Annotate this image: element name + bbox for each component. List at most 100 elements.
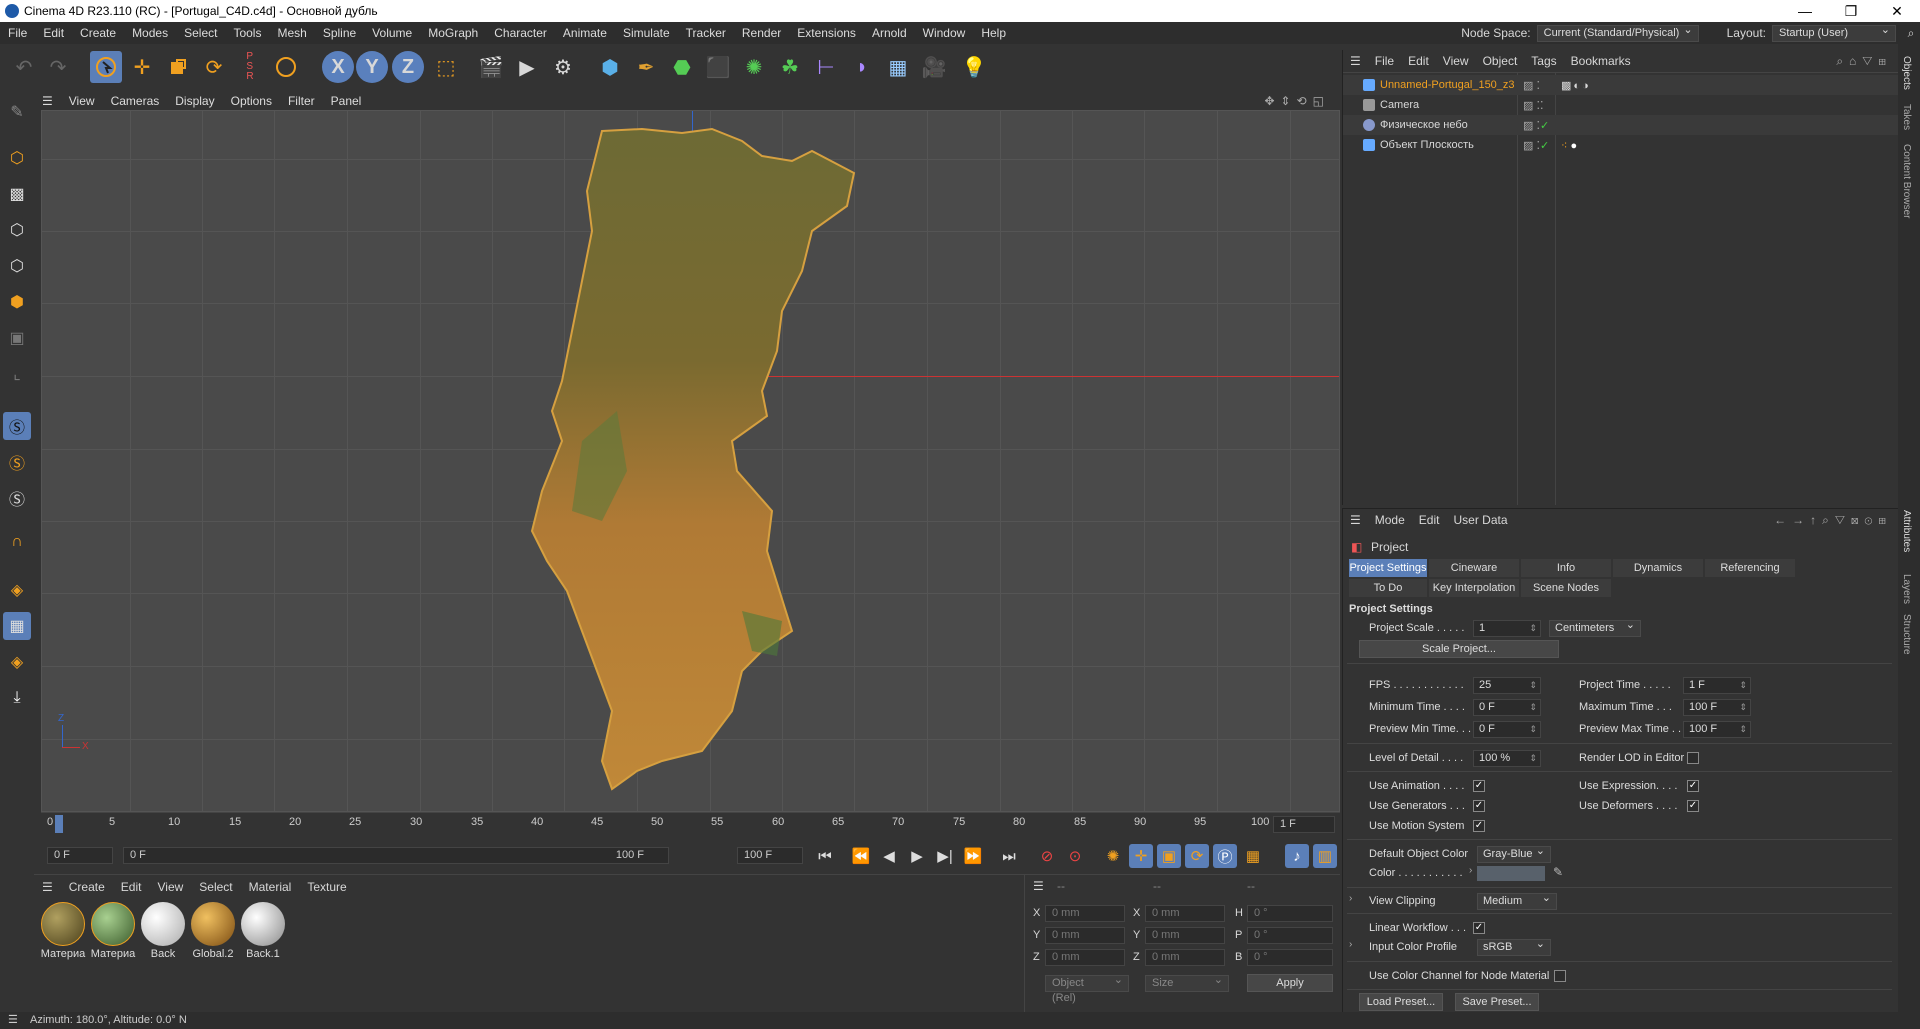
material-item[interactable]: Global.2 [190, 902, 236, 960]
fps-field[interactable]: 25 [1473, 677, 1541, 694]
pos-x-field[interactable]: 0 mm [1045, 905, 1125, 922]
undo-icon[interactable]: ↶ [8, 51, 40, 83]
y-axis-lock-icon[interactable]: Y [356, 51, 388, 83]
size-z-field[interactable]: 0 mm [1145, 949, 1225, 966]
obj-menu-object[interactable]: Object [1476, 54, 1525, 68]
tweak-mode-icon[interactable]: ∩ [3, 528, 31, 556]
hamburger-icon[interactable]: ☰ [1343, 513, 1368, 527]
obj-menu-view[interactable]: View [1436, 54, 1476, 68]
viewport-menu-cameras[interactable]: Cameras [103, 94, 168, 108]
hamburger-icon[interactable]: ☰ [8, 1012, 18, 1029]
cube-icon[interactable]: ⬢ [594, 51, 626, 83]
viewport-menu-filter[interactable]: Filter [280, 94, 323, 108]
workplane-snap-icon[interactable]: Ⓢ [3, 484, 31, 512]
material-menu-select[interactable]: Select [191, 880, 240, 894]
snap-settings-icon[interactable]: Ⓢ [3, 448, 31, 476]
workplane-icon[interactable]: ◈ [3, 576, 31, 604]
preview-range-slider[interactable]: 0 F 100 F [123, 847, 669, 864]
rot-h-field[interactable]: 0 ° [1247, 905, 1333, 922]
attr-menu-mode[interactable]: Mode [1368, 513, 1412, 527]
menu-extensions[interactable]: Extensions [789, 26, 864, 40]
menu-edit[interactable]: Edit [35, 26, 72, 40]
menu-mograph[interactable]: MoGraph [420, 26, 486, 40]
obj-menu-tags[interactable]: Tags [1524, 54, 1563, 68]
attr-menu-user-data[interactable]: User Data [1446, 513, 1514, 527]
coord-mode-dropdown[interactable]: Object (Rel) [1045, 973, 1129, 1004]
size-y-field[interactable]: 0 mm [1145, 927, 1225, 944]
play-icon[interactable]: ▶ [905, 844, 929, 868]
menu-tools[interactable]: Tools [225, 26, 269, 40]
tab-referencing[interactable]: Referencing [1705, 559, 1795, 577]
default-color-dropdown[interactable]: Gray-Blue [1477, 844, 1551, 863]
next-key-icon[interactable]: ⏩ [961, 844, 985, 868]
locked-workplane-icon[interactable]: ◈ [3, 648, 31, 676]
color-swatch[interactable] [1477, 866, 1545, 881]
viewport-menu-display[interactable]: Display [167, 94, 222, 108]
extrude-icon[interactable]: ⬛ [702, 51, 734, 83]
key-position-icon[interactable]: ✛ [1129, 844, 1153, 868]
3d-viewport[interactable]: Z X [41, 110, 1340, 812]
keyframe-selection-icon[interactable]: ✺ [1101, 844, 1125, 868]
model-mode-icon[interactable]: ⬡ [3, 144, 31, 172]
tab-scene-nodes[interactable]: Scene Nodes [1521, 579, 1611, 597]
axis-mode-icon[interactable]: ⌞ [3, 360, 31, 388]
hamburger-icon[interactable]: ☰ [1343, 54, 1368, 68]
key-parameter-icon[interactable]: Ⓟ [1213, 844, 1237, 868]
redo-icon[interactable]: ↷ [42, 51, 74, 83]
apply-button[interactable]: Apply [1247, 974, 1333, 992]
light-icon[interactable]: 💡 [958, 51, 990, 83]
project-time-field[interactable]: 1 F [1683, 677, 1751, 694]
viewport-menu-panel[interactable]: Panel [323, 94, 370, 108]
input-profile-dropdown[interactable]: sRGB [1477, 937, 1551, 956]
select-tool-icon[interactable] [90, 51, 122, 83]
render-to-picture-viewer-icon[interactable]: ▶ [511, 51, 543, 83]
menu-tracker[interactable]: Tracker [678, 26, 734, 40]
scale-tool-icon[interactable] [162, 51, 194, 83]
timeline-ruler[interactable]: 0 5 10 15 20 25 30 35 40 45 50 55 60 65 … [41, 812, 1340, 836]
pos-y-field[interactable]: 0 mm [1045, 927, 1125, 944]
render-lod-checkbox[interactable] [1687, 752, 1699, 764]
menu-character[interactable]: Character [486, 26, 555, 40]
chevron-right-icon[interactable]: › [1469, 865, 1472, 876]
pen-spline-icon[interactable]: ✒ [630, 51, 662, 83]
autokey-icon[interactable]: ⊙ [1063, 844, 1087, 868]
key-rotation-icon[interactable]: ⟳ [1185, 844, 1209, 868]
side-tab-layers[interactable]: Layers [1901, 574, 1912, 604]
playhead[interactable] [55, 815, 63, 833]
material-menu-edit[interactable]: Edit [113, 880, 150, 894]
render-settings-icon[interactable]: ⚙ [547, 51, 579, 83]
tab-todo[interactable]: To Do [1349, 579, 1427, 597]
coordinate-system-icon[interactable]: ⬚ [430, 51, 462, 83]
object-row[interactable]: Camera ▨ ⁚⁚ [1343, 95, 1899, 115]
menu-select[interactable]: Select [176, 26, 225, 40]
snap-icon[interactable]: Ⓢ [3, 412, 31, 440]
rot-b-field[interactable]: 0 ° [1247, 949, 1333, 966]
tab-cineware[interactable]: Cineware [1429, 559, 1519, 577]
attr-menu-edit[interactable]: Edit [1412, 513, 1447, 527]
search-icon[interactable]: ⌕ [1902, 26, 1920, 41]
coord-size-dropdown[interactable]: Size [1145, 973, 1229, 992]
menu-animate[interactable]: Animate [555, 26, 615, 40]
max-time-field[interactable]: 100 F [1683, 699, 1751, 716]
object-manager-tools-icons[interactable]: ⌕⌂▽⊞ [1836, 54, 1892, 69]
minimize-button[interactable]: — [1782, 0, 1828, 22]
menu-render[interactable]: Render [734, 26, 789, 40]
go-to-end-icon[interactable]: ⏭ [997, 844, 1021, 868]
material-menu-create[interactable]: Create [61, 880, 113, 894]
obj-menu-edit[interactable]: Edit [1401, 54, 1436, 68]
previous-frame-icon[interactable]: ◀ [877, 844, 901, 868]
project-scale-field[interactable]: 1 [1473, 620, 1541, 637]
uv-mode-icon[interactable]: ▣ [3, 324, 31, 352]
floor-align-icon[interactable]: ⤓ [3, 684, 31, 712]
menu-simulate[interactable]: Simulate [615, 26, 678, 40]
rotate-tool-icon[interactable]: ⟳ [198, 51, 230, 83]
use-motion-checkbox[interactable]: ✓ [1473, 820, 1485, 832]
start-frame-field[interactable]: 0 F [47, 847, 113, 864]
menu-modes[interactable]: Modes [124, 26, 176, 40]
material-item[interactable]: Материа [90, 902, 136, 960]
obj-menu-file[interactable]: File [1368, 54, 1401, 68]
viewport-menu-options[interactable]: Options [223, 94, 280, 108]
project-scale-unit-dropdown[interactable]: Centimeters [1549, 618, 1641, 637]
render-view-icon[interactable]: 🎬 [475, 51, 507, 83]
live-selection-icon[interactable] [270, 51, 302, 83]
